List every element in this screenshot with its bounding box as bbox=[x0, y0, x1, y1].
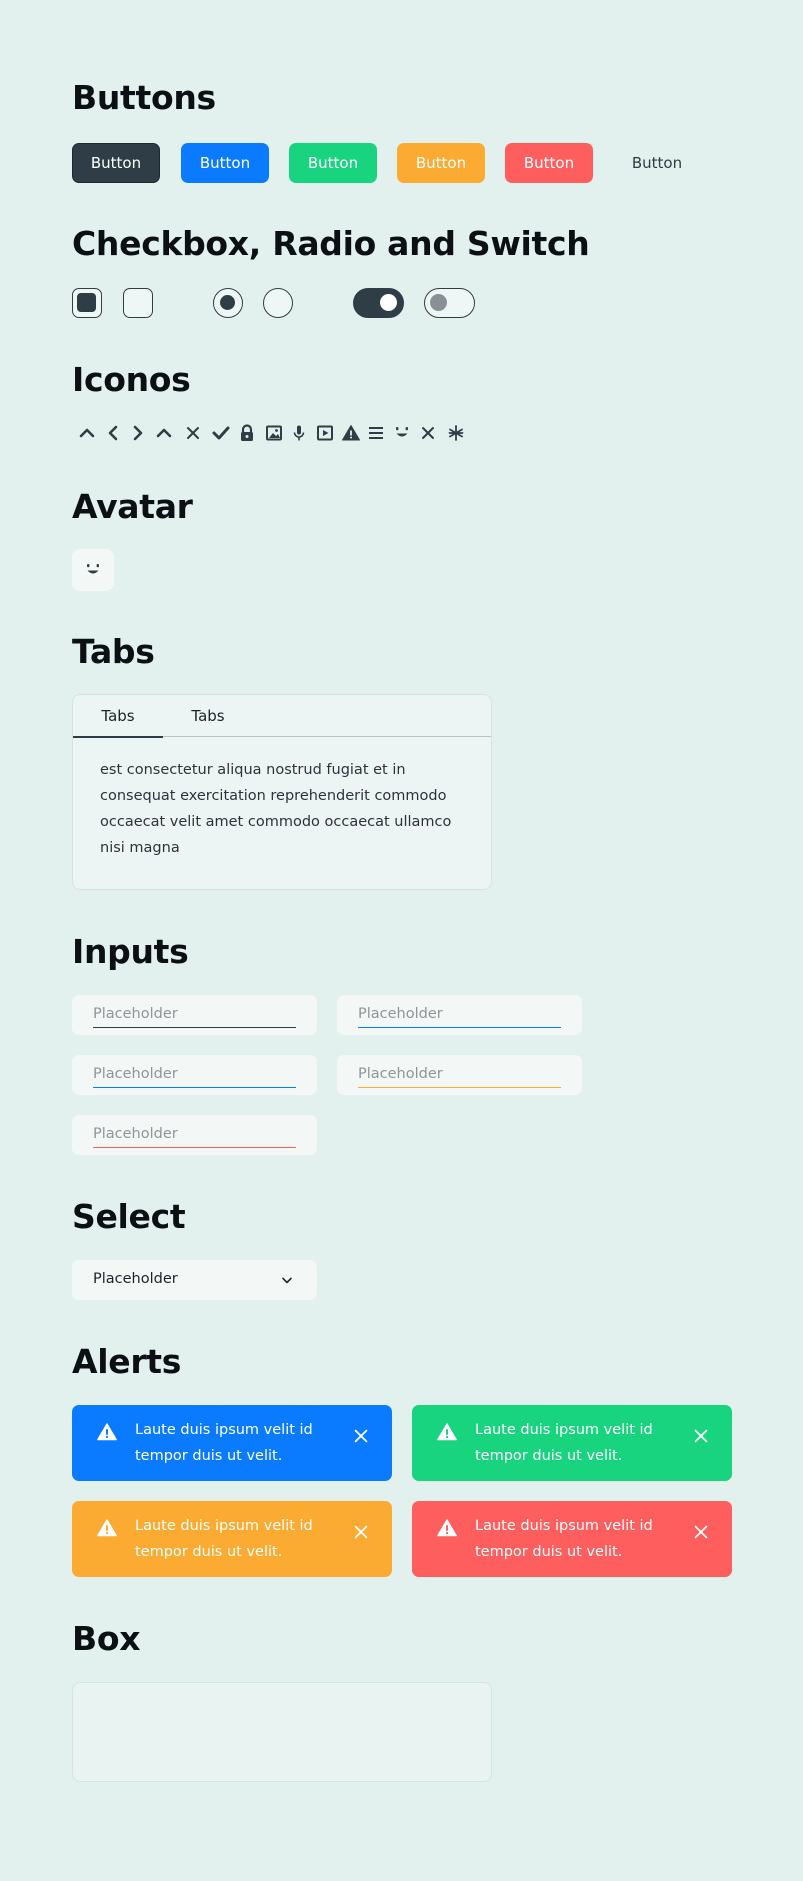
switch-off[interactable] bbox=[424, 288, 475, 318]
chevron-up-icon bbox=[153, 422, 175, 444]
radio-dot bbox=[220, 295, 235, 310]
tabs-card: Tabs Tabs est consectetur aliqua nostrud… bbox=[72, 694, 492, 890]
microphone-icon bbox=[288, 422, 310, 444]
checkbox-checked[interactable] bbox=[72, 288, 102, 318]
input-field-dark bbox=[72, 995, 317, 1035]
warning-icon bbox=[97, 1423, 117, 1441]
input-field-red bbox=[72, 1115, 317, 1155]
warning-icon bbox=[340, 422, 362, 444]
controls-heading: Checkbox, Radio and Switch bbox=[72, 224, 590, 263]
input-field-blue bbox=[72, 1055, 317, 1095]
avatar[interactable] bbox=[72, 549, 114, 591]
select-heading: Select bbox=[72, 1197, 186, 1236]
red-button[interactable]: Button bbox=[505, 143, 593, 183]
close-icon bbox=[182, 422, 204, 444]
asterisk-icon bbox=[445, 422, 467, 444]
text-input[interactable] bbox=[93, 1001, 296, 1028]
icons-heading: Iconos bbox=[72, 360, 191, 399]
chevron-up-icon bbox=[76, 422, 98, 444]
switch-knob bbox=[430, 294, 447, 311]
avatar-heading: Avatar bbox=[72, 487, 193, 526]
close-icon[interactable] bbox=[352, 1427, 370, 1445]
chevron-right-icon bbox=[127, 422, 149, 444]
radio-unselected[interactable] bbox=[263, 288, 293, 318]
green-button[interactable]: Button bbox=[289, 143, 377, 183]
tab-content: est consectetur aliqua nostrud fugiat et… bbox=[100, 762, 452, 856]
close-icon bbox=[417, 422, 439, 444]
check-icon bbox=[210, 422, 232, 444]
close-icon[interactable] bbox=[352, 1523, 370, 1541]
alert-error: Laute duis ipsum velit id tempor duis ut… bbox=[412, 1501, 732, 1577]
chevron-down-icon bbox=[282, 1277, 292, 1284]
radio-selected[interactable] bbox=[213, 288, 243, 318]
select-dropdown[interactable]: Placeholder bbox=[72, 1260, 317, 1300]
buttons-heading: Buttons bbox=[72, 78, 216, 117]
switch-on[interactable] bbox=[353, 288, 404, 318]
alert-warning: Laute duis ipsum velit id tempor duis ut… bbox=[72, 1501, 392, 1577]
warning-icon bbox=[437, 1423, 457, 1441]
close-icon[interactable] bbox=[692, 1427, 710, 1445]
play-icon bbox=[314, 422, 336, 444]
select-value: Placeholder bbox=[93, 1271, 178, 1287]
image-icon bbox=[263, 422, 285, 444]
tab-second[interactable]: Tabs bbox=[163, 695, 253, 737]
alert-message: Laute duis ipsum velit id tempor duis ut… bbox=[475, 1518, 653, 1560]
text-input[interactable] bbox=[358, 1061, 561, 1088]
menu-icon bbox=[365, 422, 387, 444]
orange-button[interactable]: Button bbox=[397, 143, 485, 183]
checkbox-unchecked[interactable] bbox=[123, 288, 153, 318]
text-input[interactable] bbox=[358, 1001, 561, 1028]
input-field-blue bbox=[337, 995, 582, 1035]
alerts-heading: Alerts bbox=[72, 1342, 182, 1381]
alert-message: Laute duis ipsum velit id tempor duis ut… bbox=[135, 1422, 313, 1464]
input-field-orange bbox=[337, 1055, 582, 1095]
close-icon[interactable] bbox=[692, 1523, 710, 1541]
alert-message: Laute duis ipsum velit id tempor duis ut… bbox=[475, 1422, 653, 1464]
alert-info: Laute duis ipsum velit id tempor duis ut… bbox=[72, 1405, 392, 1481]
smile-icon bbox=[391, 422, 413, 444]
tab-first[interactable]: Tabs bbox=[73, 695, 163, 738]
blue-button[interactable]: Button bbox=[181, 143, 269, 183]
text-input[interactable] bbox=[93, 1061, 296, 1088]
box bbox=[72, 1682, 492, 1782]
lock-icon bbox=[236, 422, 258, 444]
text-input[interactable] bbox=[93, 1121, 296, 1148]
checkbox-fill bbox=[77, 293, 96, 312]
smile-icon bbox=[87, 564, 99, 574]
box-heading: Box bbox=[72, 1619, 141, 1658]
plain-button[interactable]: Button bbox=[613, 143, 701, 183]
alert-success: Laute duis ipsum velit id tempor duis ut… bbox=[412, 1405, 732, 1481]
dark-button[interactable]: Button bbox=[72, 143, 160, 183]
alert-message: Laute duis ipsum velit id tempor duis ut… bbox=[135, 1518, 313, 1560]
tabs-heading: Tabs bbox=[72, 632, 155, 671]
inputs-heading: Inputs bbox=[72, 932, 189, 971]
warning-icon bbox=[437, 1519, 457, 1537]
switch-knob bbox=[380, 294, 397, 311]
tabs-bar: Tabs Tabs bbox=[73, 695, 491, 738]
warning-icon bbox=[97, 1519, 117, 1537]
chevron-left-icon bbox=[102, 422, 124, 444]
